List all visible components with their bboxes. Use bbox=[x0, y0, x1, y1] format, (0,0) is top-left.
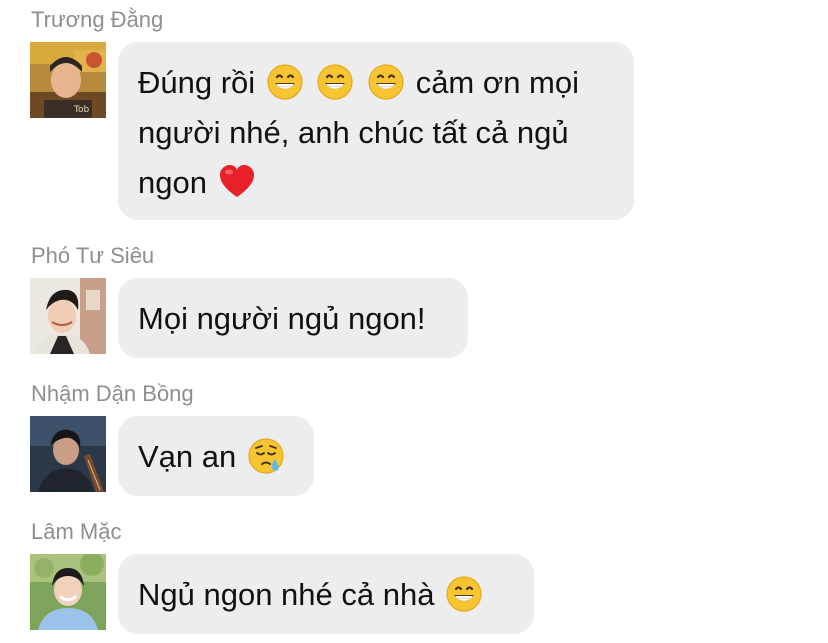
message-text: Mọi người ngủ ngon! bbox=[138, 301, 426, 336]
grinning-face-icon bbox=[367, 63, 405, 101]
avatar[interactable]: Tob bbox=[30, 42, 106, 118]
message-text: Ngủ ngon nhé cả nhà bbox=[138, 577, 435, 612]
grinning-face-icon bbox=[316, 63, 354, 101]
sender-name: Nhậm Dận Bồng bbox=[31, 381, 194, 406]
sender-name: Lâm Mặc bbox=[31, 519, 122, 544]
message-bubble[interactable]: Mọi người ngủ ngon! bbox=[118, 278, 468, 358]
svg-text:Tob: Tob bbox=[73, 105, 89, 115]
sender-name: Phó Tư Siêu bbox=[31, 243, 155, 268]
avatar[interactable] bbox=[30, 278, 106, 354]
grinning-face-icon bbox=[445, 575, 483, 613]
sleepy-face-icon bbox=[247, 437, 285, 475]
message-text: Vạn an bbox=[138, 439, 237, 474]
red-heart-icon bbox=[218, 163, 256, 201]
sender-name: Trương Đằng bbox=[31, 7, 164, 32]
message-bubble[interactable]: Ngủ ngon nhé cả nhà bbox=[118, 554, 534, 634]
message-bubble[interactable]: Đúng rồi cảm ơn mọi người nhé, anh chúc … bbox=[118, 42, 634, 220]
avatar[interactable] bbox=[30, 554, 106, 630]
message-text: Đúng rồi bbox=[138, 65, 256, 100]
avatar[interactable] bbox=[30, 416, 106, 492]
grinning-face-icon bbox=[266, 63, 304, 101]
message-bubble[interactable]: Vạn an bbox=[118, 416, 314, 496]
